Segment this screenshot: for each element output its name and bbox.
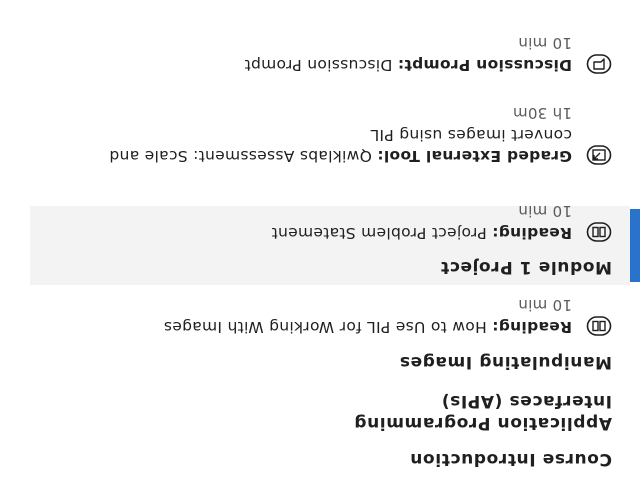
item-duration: 10 min (518, 202, 572, 220)
item-duration: 1h 30m (512, 104, 572, 122)
nav-item-discussion-prompt[interactable]: Discussion Prompt: Discussion Prompt 10 … (52, 7, 612, 75)
course-navigation: Course Introduction Application Programm… (0, 0, 640, 480)
item-duration: 10 min (518, 296, 572, 314)
course-outline-screen: Course Introduction Application Programm… (0, 0, 640, 480)
book-icon (586, 221, 612, 243)
section-heading-manipulating-images[interactable]: Manipulating Images (399, 351, 612, 373)
active-item-indicator (630, 209, 640, 282)
item-type: Reading: (491, 224, 572, 242)
section-heading-module-1-project[interactable]: Module 1 Project (440, 256, 612, 278)
item-title: Project Problem Statement (271, 224, 487, 242)
item-type: Reading: (491, 318, 572, 336)
section-heading-apis[interactable]: Application Programming Interfaces (APIs… (292, 390, 612, 434)
discussion-icon (586, 53, 612, 75)
item-title: Discussion Prompt (244, 56, 393, 74)
section-heading-course-introduction[interactable]: Course Introduction (410, 448, 612, 470)
item-title: How to Use PIL for Working With Images (163, 318, 487, 336)
external-tool-icon (586, 144, 612, 166)
item-duration: 10 min (518, 34, 572, 52)
book-icon (586, 315, 612, 337)
item-type: Graded External Tool: (377, 147, 572, 165)
item-type: Discussion Prompt: (397, 56, 572, 74)
nav-item-graded-external-tool[interactable]: Graded External Tool: Qwiklabs Assessmen… (52, 94, 612, 166)
nav-item-reading-problem-statement[interactable]: Reading: Project Problem Statement 10 mi… (52, 175, 612, 243)
